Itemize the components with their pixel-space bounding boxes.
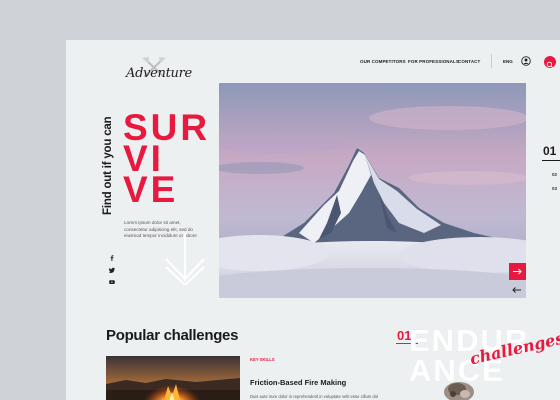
slide-02[interactable]: 02	[552, 172, 557, 177]
featured-gear-image[interactable]	[441, 374, 477, 400]
scroll-down-arrow-icon[interactable]	[163, 233, 207, 285]
hero-mountain-image	[219, 83, 526, 298]
search-icon	[546, 61, 553, 68]
card-category: KEY SKILLS	[250, 357, 275, 362]
slide-indicator-line	[542, 160, 560, 161]
facebook-icon[interactable]	[109, 255, 115, 261]
nav-contact[interactable]: CONTACT	[458, 59, 480, 64]
prev-slide-arrow-icon[interactable]	[511, 285, 523, 295]
slide-03[interactable]: 03	[552, 186, 557, 191]
landing-page: Adventure OUR COMPETITORS FOR PROFESSION…	[66, 40, 560, 400]
hero-tagline: Find out if you can	[102, 116, 114, 215]
card-description: Duis aute irure dolor in reprehenderit i…	[250, 394, 378, 399]
nav-our-competitors[interactable]: OUR COMPETITORS	[360, 59, 406, 64]
search-button[interactable]	[544, 56, 556, 68]
language-switch[interactable]: ENG	[503, 59, 513, 64]
arrow-right-icon	[513, 268, 522, 275]
next-slide-button[interactable]	[509, 263, 526, 280]
youtube-icon[interactable]	[109, 279, 115, 285]
logo-text: Adventure	[126, 66, 192, 81]
hero-headline: SUR VI VE	[123, 109, 210, 210]
nav-divider	[491, 54, 492, 68]
campfire-image[interactable]	[106, 356, 240, 400]
logo[interactable]: Adventure	[126, 56, 192, 84]
popular-challenges-title: Popular challenges	[106, 327, 239, 344]
nav-for-professionals[interactable]: FOR PROFESSIONALS	[408, 59, 459, 64]
card-title[interactable]: Friction-Based Fire Making	[250, 378, 346, 387]
user-icon[interactable]	[521, 56, 531, 66]
slide-current[interactable]: 01	[543, 144, 556, 158]
twitter-icon[interactable]	[109, 267, 115, 273]
headline-line-3: VE	[123, 169, 179, 210]
